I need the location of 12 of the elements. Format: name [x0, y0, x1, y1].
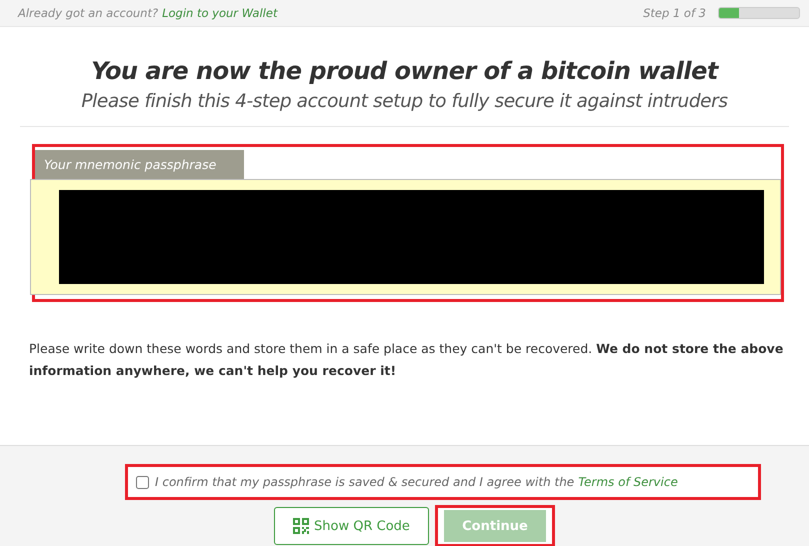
page-subtitle: Please finish this 4-step account setup to fully secure it against intruders [80, 90, 729, 114]
account-prompt: Already got an account? [18, 6, 158, 20]
step-counter: Step 1 of 3 [643, 6, 706, 20]
warning-text: Please write down these words and store them in a safe place as they can't be recovered. We do not store the above information anywhere, we can't help you recover it! [29, 340, 784, 380]
qr-code-icon [293, 518, 310, 534]
confirm-text: I confirm that my passphrase is saved & secured and I agree with the [155, 475, 574, 489]
page-title: You are now the proud owner of a bitcoin wallet [90, 56, 720, 87]
qr-code-button[interactable]: Show QR Code [274, 507, 429, 545]
terms-link[interactable]: Terms of Service [578, 475, 678, 489]
login-link[interactable]: Login to your Wallet [162, 6, 278, 20]
passphrase-label: Your mnemonic passphrase [35, 150, 244, 179]
confirm-checkbox[interactable] [136, 476, 149, 488]
